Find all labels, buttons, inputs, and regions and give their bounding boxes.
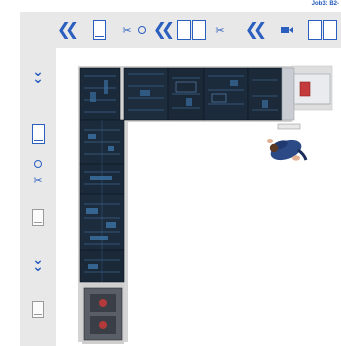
floor-plan (78, 65, 333, 344)
equipment-cabinet[interactable] (83, 287, 123, 341)
keyboard-workstation[interactable] (277, 123, 301, 130)
operator-figure (267, 139, 308, 161)
end-unit[interactable] (281, 67, 331, 121)
